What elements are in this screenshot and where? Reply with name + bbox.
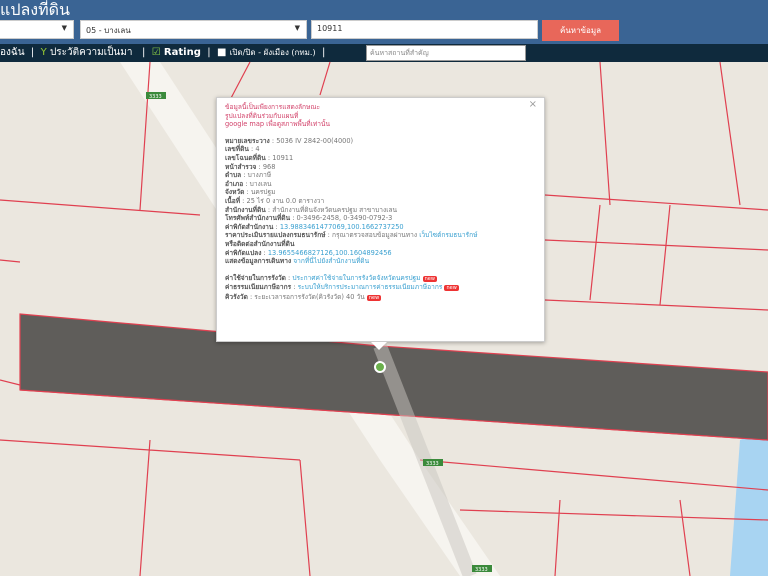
field-label: อำเภอ: [225, 179, 244, 188]
field-label: ค่าธรรมเนียมภาษีอากร: [225, 283, 292, 292]
toolbar-item-rating[interactable]: Rating: [164, 44, 201, 62]
info-row: เลขที่ดิน : 4: [225, 145, 260, 154]
info-row: หมายเลขระวาง : 5036 IV 2842-00(4000): [225, 136, 354, 145]
parcel-number-input[interactable]: 10911: [311, 20, 538, 39]
field-label: โทรศัพท์สำนักงานที่ดิน: [225, 214, 291, 223]
info-row: แสดงข้อมูลการเดินทาง จากที่นี่ไปยังสำนัก…: [225, 257, 536, 266]
popup-pointer: [371, 342, 387, 350]
field-label: เลขโฉนดที่ดิน: [225, 153, 266, 162]
province-select[interactable]: ▼: [0, 20, 74, 39]
checkbox-icon[interactable]: ■: [217, 44, 226, 62]
field-value: กรุณาตรวจสอบข้อมูลผ่านทาง: [331, 231, 418, 240]
field-label: หน้าสำรวจ: [225, 162, 257, 171]
district-select[interactable]: 05 - บางเลน ▼: [80, 20, 307, 39]
field-value: 4: [255, 145, 260, 154]
road-label: 3333: [426, 461, 439, 467]
field-value: นครปฐม: [250, 188, 276, 197]
chevron-down-icon: ▼: [294, 24, 300, 32]
info-row: ค่าพิกัดแปลง : 13.9655466827126,100.1604…: [225, 248, 392, 257]
new-badge: new: [444, 285, 459, 292]
divider: |: [204, 47, 214, 58]
info-row: เลขโฉนดที่ดิน : 10911: [225, 153, 294, 162]
search-button[interactable]: ค้นหาข้อมูล: [542, 20, 619, 41]
field-value: 10911: [272, 153, 294, 162]
checkbox-checked-icon[interactable]: ☑: [152, 44, 161, 62]
disclaimer-line: รูปแปลงที่ดินร่วมกับแผนที่: [225, 111, 299, 120]
field-label: แสดงข้อมูลการเดินทาง: [225, 257, 292, 266]
field-label: เนื้อที่: [225, 196, 241, 205]
field-value: 25 ไร่ 0 งาน 0.0 ตารางวา: [246, 196, 325, 205]
place-search-input[interactable]: ค้นหาสถานที่สำคัญ: [366, 45, 526, 61]
field-value: 0-3496-2458, 0-3490-0792-3: [296, 214, 393, 223]
field-value[interactable]: 13.9883461477069,100.1662737250: [280, 223, 404, 231]
disclaimer-line: ข้อมูลนี้เป็นเพียงการแสดงลักษณะ: [225, 103, 321, 111]
field-value: 968: [262, 162, 276, 171]
field-value: สำนักงานที่ดินจังหวัดนครปฐม สาขาบางเลน: [272, 205, 397, 214]
info-row: คิวรังวัด : ระยะเวลารอการรังวัด(คิวรังวั…: [225, 292, 382, 301]
field-label: ราคาประเมินรายแปลงกรมธนารักษ์: [225, 231, 326, 240]
field-label: ตำบล: [225, 171, 242, 180]
info-row: อำเภอ : บางเลน: [225, 179, 272, 188]
close-icon[interactable]: ×: [529, 100, 537, 110]
info-row: เนื้อที่ : 25 ไร่ 0 งาน 0.0 ตารางวา: [225, 196, 325, 205]
new-badge: new: [366, 294, 382, 301]
toolbar-item-cityplan[interactable]: เปิด/ปิด - ผังเมือง (กทม.): [230, 44, 316, 62]
field-link[interactable]: จากที่นี่ไปยังสำนักงานที่ดิน: [293, 257, 369, 265]
divider: |: [318, 47, 326, 58]
field-label: หมายเลขระวาง: [225, 136, 270, 145]
toolbar-item-mine[interactable]: องฉัน: [0, 44, 25, 62]
road-label: 3333: [149, 94, 162, 100]
field-value: บางเลน: [249, 179, 272, 188]
field-label: ค่าใช้จ่ายในการรังวัด: [225, 273, 286, 282]
field-value: 5036 IV 2842-00(4000): [276, 136, 354, 145]
parcel-info-popup: × ข้อมูลนี้เป็นเพียงการแสดงลักษณะ รูปแปล…: [216, 97, 545, 342]
info-row: ค่าธรรมเนียมภาษีอากร : ระบบให้บริการประม…: [225, 283, 459, 292]
location-marker-icon[interactable]: [374, 361, 386, 373]
field-label: ค่าพิกัดสำนักงาน: [225, 222, 274, 231]
info-row: หรือติดต่อสำนักงานที่ดิน: [225, 240, 536, 249]
field-label: จังหวัด: [225, 188, 245, 197]
field-label: สำนักงานที่ดิน: [225, 205, 266, 214]
info-row: ราคาประเมินรายแปลงกรมธนารักษ์ : กรุณาตรว…: [225, 231, 478, 240]
district-value: 05 - บางเลน: [86, 26, 131, 35]
field-link[interactable]: ประกาศค่าใช้จ่ายในการรังวัดจังหวัดนครปฐม: [292, 274, 420, 282]
field-label: เลขที่ดิน: [225, 145, 249, 154]
field-label: ค่าพิกัดแปลง: [225, 248, 262, 257]
road-label: 3333: [475, 567, 488, 573]
field-link[interactable]: ระบบให้บริการประมาณการค่าธรรมเนียมภาษีอา…: [298, 283, 443, 291]
field-value: บางภาษี: [247, 171, 272, 180]
field-value[interactable]: 13.9655466827126,100.1604892456: [268, 249, 392, 257]
new-badge: new: [422, 275, 437, 282]
disclaimer-line: google map เพื่อดูสภาพพื้นที่เท่านั้น: [225, 120, 330, 129]
info-row: ตำบล : บางภาษี: [225, 171, 272, 180]
divider: |: [27, 47, 38, 58]
info-row: สำนักงานที่ดิน : สำนักงานที่ดินจังหวัดนค…: [225, 205, 397, 214]
info-row: จังหวัด : นครปฐม: [225, 188, 276, 197]
field-label: คิวรังวัด: [225, 292, 248, 301]
info-row: หน้าสำรวจ : 968: [225, 162, 276, 171]
chevron-down-icon: ▼: [61, 24, 67, 32]
info-row: ค่าใช้จ่ายในการรังวัด : ประกาศค่าใช้จ่าย…: [225, 273, 437, 282]
field-label: หรือติดต่อสำนักงานที่ดิน: [225, 239, 295, 248]
field-value: ระยะเวลารอการรังวัด(คิวรังวัด) 40 วัน: [254, 292, 365, 301]
divider: |: [135, 47, 149, 58]
header: แปลงที่ดิน ▼ 05 - บางเลน ▼ 10911 ค้นหาข้อ…: [0, 0, 768, 44]
toolbar-item-history[interactable]: ประวัติความเป็นมา: [50, 44, 133, 62]
field-link[interactable]: เว็บไซต์กรมธนารักษ์: [419, 231, 477, 239]
plant-icon: Y: [40, 47, 47, 58]
info-row: โทรศัพท์สำนักงานที่ดิน : 0-3496-2458, 0-…: [225, 214, 393, 223]
